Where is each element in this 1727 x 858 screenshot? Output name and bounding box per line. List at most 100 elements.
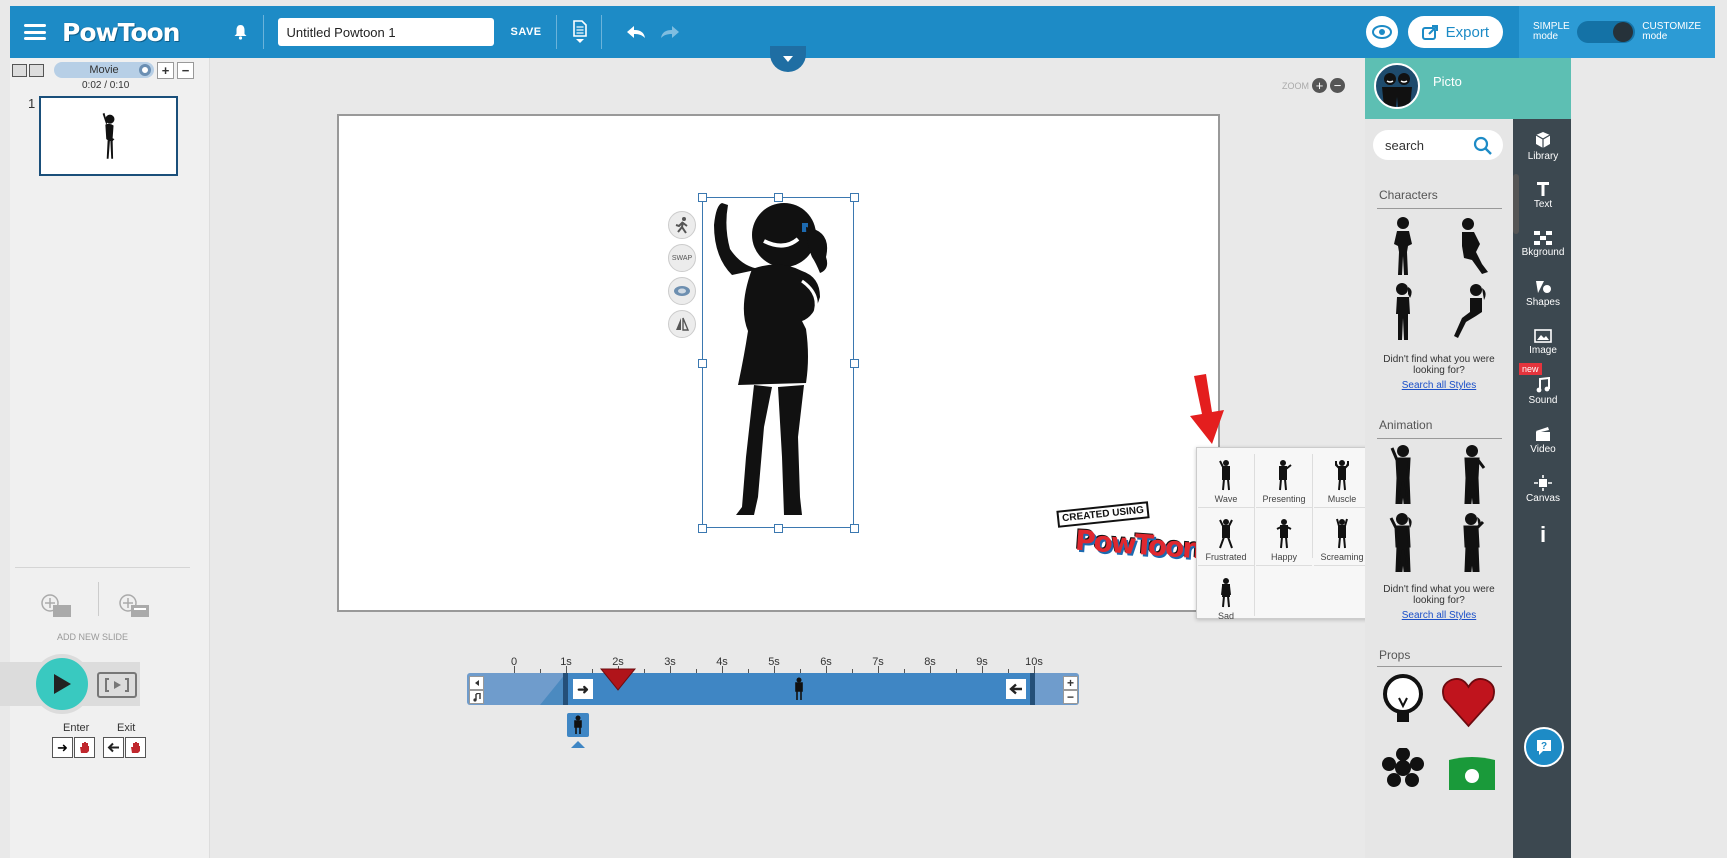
timeline-start-handle[interactable] bbox=[563, 673, 568, 705]
export-label: Export bbox=[1445, 23, 1489, 41]
resize-handle-se[interactable] bbox=[850, 524, 859, 533]
info-tab[interactable]: i bbox=[1519, 514, 1567, 558]
search-all-styles-link[interactable]: Search all Styles bbox=[1375, 380, 1503, 391]
text-icon bbox=[1537, 181, 1549, 196]
redo-icon[interactable] bbox=[656, 18, 684, 46]
hand-icon bbox=[131, 742, 140, 753]
export-button[interactable]: Export bbox=[1407, 16, 1503, 48]
canvas-tab[interactable]: Canvas bbox=[1519, 467, 1567, 511]
enter-arrow-button[interactable]: ➜ bbox=[52, 737, 73, 758]
new-badge: new bbox=[1519, 363, 1542, 375]
sound-tab[interactable]: Sound bbox=[1519, 369, 1567, 413]
resize-handle-s[interactable] bbox=[774, 524, 783, 533]
undo-icon[interactable] bbox=[622, 18, 650, 46]
help-button[interactable]: ? bbox=[1524, 727, 1564, 767]
animation-option-happy[interactable]: Happy bbox=[1256, 510, 1312, 566]
document-menu-icon[interactable] bbox=[572, 20, 587, 44]
character-thumb-1[interactable] bbox=[1375, 216, 1430, 276]
swap-button[interactable]: SWAP bbox=[668, 244, 696, 272]
playhead-marker[interactable] bbox=[600, 668, 636, 692]
animation-option-sad[interactable]: Sad bbox=[1198, 568, 1254, 624]
bell-icon[interactable] bbox=[231, 23, 249, 41]
heart-icon bbox=[1442, 678, 1495, 728]
exit-hand-button[interactable] bbox=[125, 737, 146, 758]
search-all-styles-link[interactable]: Search all Styles bbox=[1375, 610, 1503, 621]
prop-lightbulb-thumb[interactable] bbox=[1375, 672, 1430, 732]
text-tab[interactable]: Text bbox=[1519, 173, 1567, 217]
movie-mode-toggle[interactable]: Movie bbox=[54, 62, 154, 78]
slides-view-alt-icon[interactable] bbox=[29, 63, 44, 77]
chevron-down-icon bbox=[783, 56, 793, 62]
animation-option-muscle[interactable]: Muscle bbox=[1314, 452, 1370, 508]
prop-flower-thumb[interactable] bbox=[1375, 738, 1430, 798]
zoom-out-slides-button[interactable]: − bbox=[177, 61, 194, 79]
arrow-left-icon bbox=[474, 680, 479, 686]
checkerboard-icon bbox=[1534, 230, 1552, 245]
enter-effect-icon[interactable]: ➜ bbox=[573, 679, 593, 699]
image-icon bbox=[1534, 328, 1552, 343]
simple-mode-label[interactable]: SIMPLE mode bbox=[1533, 22, 1570, 42]
background-tab[interactable]: Bkground bbox=[1519, 222, 1567, 266]
resize-handle-nw[interactable] bbox=[698, 193, 707, 202]
animation-option-wave[interactable]: Wave bbox=[1198, 452, 1254, 508]
zoom-in-slides-button[interactable]: + bbox=[157, 61, 174, 79]
animation-option-presenting[interactable]: Presenting bbox=[1256, 452, 1312, 508]
image-tab[interactable]: Image bbox=[1519, 320, 1567, 364]
video-tab[interactable]: Video bbox=[1519, 418, 1567, 462]
zoom-out-button[interactable]: − bbox=[1330, 78, 1345, 93]
animation-section-title: Animation bbox=[1379, 418, 1433, 432]
exit-effect-icon[interactable] bbox=[1006, 679, 1026, 699]
slides-view-icon[interactable] bbox=[12, 63, 27, 77]
resize-handle-w[interactable] bbox=[698, 359, 707, 368]
info-icon: i bbox=[1539, 522, 1547, 547]
selected-object-chip[interactable] bbox=[567, 713, 589, 737]
prop-green-thumb[interactable] bbox=[1444, 742, 1499, 802]
collapse-toolbar-tab[interactable] bbox=[770, 46, 806, 72]
enter-hand-button[interactable] bbox=[74, 737, 95, 758]
play-button[interactable] bbox=[32, 654, 92, 714]
customize-mode-label[interactable]: CUSTOMIZE mode bbox=[1642, 22, 1701, 42]
timeline-zoom-out-button[interactable]: − bbox=[1063, 690, 1078, 704]
prop-heart-thumb[interactable] bbox=[1441, 672, 1496, 732]
timeline-left-arrow-button[interactable] bbox=[469, 676, 484, 690]
resize-handle-ne[interactable] bbox=[850, 193, 859, 202]
exit-arrow-button[interactable] bbox=[103, 737, 124, 758]
style-avatar[interactable] bbox=[1374, 63, 1420, 109]
character-thumb-4[interactable] bbox=[1444, 282, 1499, 342]
resize-handle-n[interactable] bbox=[774, 193, 783, 202]
character-thumb-3[interactable] bbox=[1375, 282, 1430, 342]
timeline-zoom-in-button[interactable]: + bbox=[1063, 676, 1078, 690]
animation-option-frustrated[interactable]: Frustrated bbox=[1198, 510, 1254, 566]
resize-handle-sw[interactable] bbox=[698, 524, 707, 533]
shapes-tab[interactable]: Shapes bbox=[1519, 271, 1567, 315]
animation-thumb-4[interactable] bbox=[1444, 512, 1499, 572]
resize-handle-e[interactable] bbox=[850, 359, 859, 368]
mode-toggle[interactable] bbox=[1576, 21, 1635, 43]
divider bbox=[1377, 438, 1502, 439]
zoom-in-button[interactable]: + bbox=[1312, 78, 1327, 93]
save-button[interactable]: SAVE bbox=[510, 26, 541, 38]
music-note-icon bbox=[472, 692, 481, 702]
animation-thumb-3[interactable] bbox=[1375, 512, 1430, 572]
animation-thumb-1[interactable] bbox=[1375, 444, 1430, 504]
animation-thumb-2[interactable] bbox=[1444, 444, 1499, 504]
animate-character-button[interactable] bbox=[668, 211, 696, 239]
add-blank-slide-button[interactable] bbox=[37, 590, 77, 622]
presentation-title-input[interactable] bbox=[278, 18, 495, 46]
color-button[interactable] bbox=[668, 277, 696, 305]
slide-thumbnail[interactable] bbox=[39, 96, 178, 176]
search-icon[interactable] bbox=[1473, 136, 1493, 156]
preview-eye-button[interactable] bbox=[1365, 16, 1398, 48]
timeline-end-handle[interactable] bbox=[1030, 673, 1035, 705]
library-tab[interactable]: Library bbox=[1519, 124, 1567, 168]
character-thumb-2[interactable] bbox=[1444, 216, 1499, 276]
animation-option-screaming[interactable]: Screaming bbox=[1314, 510, 1370, 566]
timeline-audio-button[interactable] bbox=[469, 690, 484, 704]
library-search-input[interactable]: search bbox=[1373, 130, 1503, 160]
powtoon-logo[interactable]: PowToon bbox=[62, 18, 180, 47]
menu-icon[interactable] bbox=[24, 24, 46, 40]
slides-toolbar: Movie + − bbox=[10, 61, 210, 79]
play-from-slide-button[interactable] bbox=[97, 672, 137, 698]
flip-button[interactable] bbox=[668, 310, 696, 338]
add-template-slide-button[interactable] bbox=[115, 590, 155, 622]
